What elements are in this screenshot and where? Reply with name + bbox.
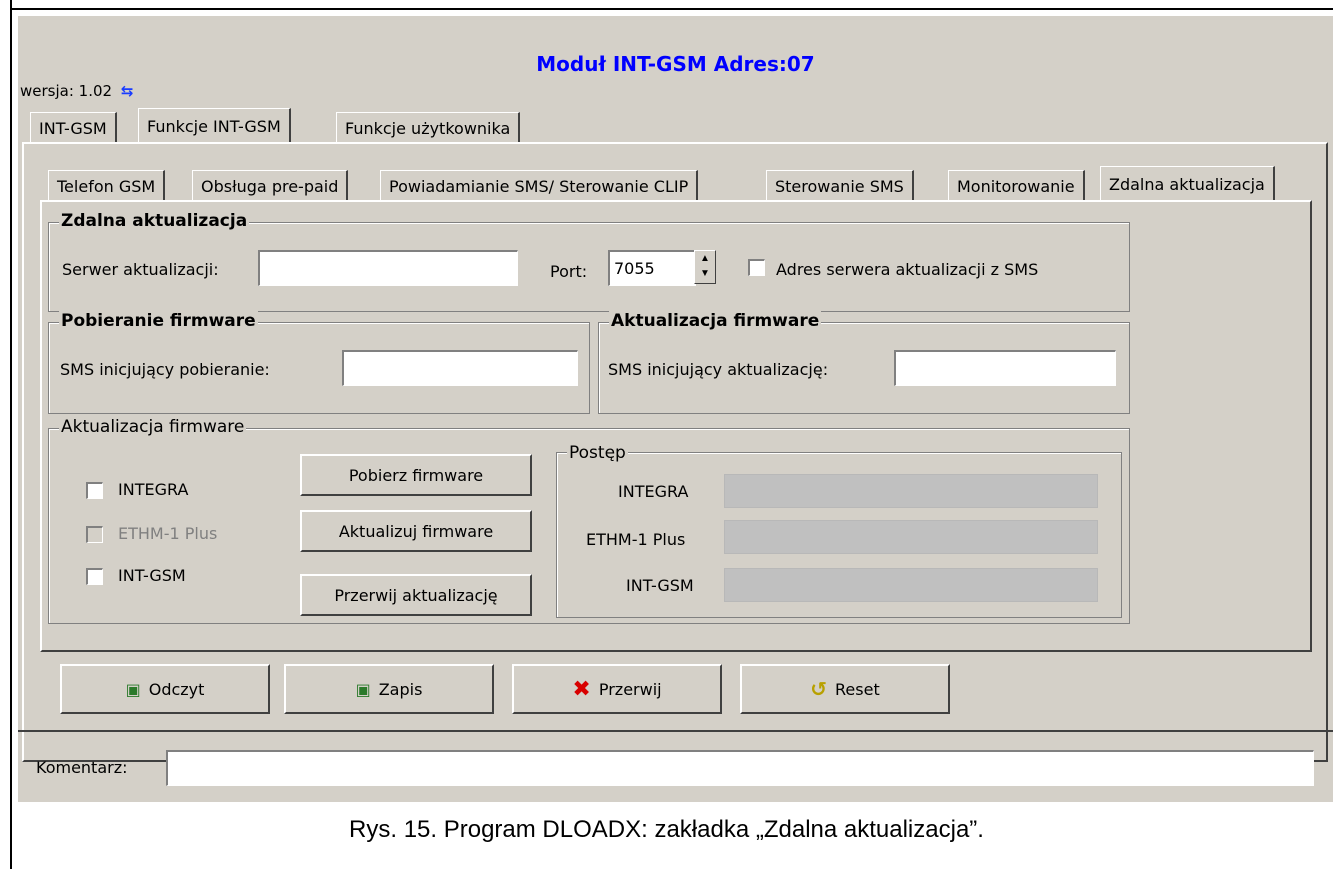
- page-frame-left: [10, 0, 12, 869]
- progress-ethm1-bar: [724, 520, 1098, 554]
- button-label: Reset: [835, 679, 880, 699]
- tab-int-gsm[interactable]: INT-GSM: [30, 112, 117, 144]
- subtab-zdalna-aktualizacja[interactable]: Zdalna aktualizacja: [1100, 166, 1275, 200]
- progress-ethm1-label: ETHM-1 Plus: [586, 530, 686, 549]
- tab-label: Telefon GSM: [57, 177, 156, 196]
- tab-label: Funkcje użytkownika: [345, 119, 511, 138]
- checkbox-int-gsm[interactable]: [86, 568, 103, 585]
- close-icon: ✖: [572, 676, 591, 702]
- port-label: Port:: [550, 262, 588, 281]
- tab-label: Monitorowanie: [957, 177, 1075, 196]
- update-sms-input[interactable]: [894, 350, 1116, 386]
- checkbox-int-gsm-label: INT-GSM: [118, 566, 186, 585]
- server-label: Serwer aktualizacji:: [62, 260, 219, 279]
- comment-input[interactable]: [166, 750, 1314, 786]
- download-sms-input[interactable]: [342, 350, 578, 386]
- download-firmware-button[interactable]: Pobierz firmware: [300, 454, 532, 496]
- spin-down-icon[interactable]: ▼: [695, 266, 715, 281]
- firmware-update-title: Aktualizacja firmware: [59, 417, 247, 437]
- write-icon: ▣: [355, 679, 371, 699]
- progress-int-gsm-bar: [724, 568, 1098, 602]
- button-label: Odczyt: [148, 679, 205, 699]
- button-label: Zapis: [378, 679, 423, 699]
- tab-label: Sterowanie SMS: [775, 177, 904, 196]
- version-text: wersja: 1.02: [20, 82, 113, 100]
- spin-up-icon[interactable]: ▲: [695, 251, 715, 266]
- read-button[interactable]: ▣ Odczyt: [60, 664, 270, 714]
- checkbox-ethm1: [86, 526, 103, 543]
- tab-funkcje-int-gsm[interactable]: Funkcje INT-GSM: [138, 108, 291, 142]
- progress-title: Postęp: [567, 443, 628, 463]
- port-value: 7055: [614, 259, 655, 278]
- tab-label: Funkcje INT-GSM: [147, 117, 281, 136]
- figure-caption: Rys. 15. Program DLOADX: zakładka „Zdaln…: [349, 816, 984, 843]
- write-button[interactable]: ▣ Zapis: [284, 664, 494, 714]
- button-label: Przerwij aktualizację: [334, 585, 498, 605]
- checkbox-integra[interactable]: [86, 482, 103, 499]
- reset-icon: ↺: [810, 677, 828, 701]
- subtab-powiadamianie-sms[interactable]: Powiadamianie SMS/ Sterowanie CLIP: [380, 170, 699, 202]
- page-frame-top: [10, 8, 1333, 10]
- abort-update-button[interactable]: Przerwij aktualizację: [300, 574, 532, 616]
- update-firmware-title: Aktualizacja firmware: [609, 311, 822, 331]
- version-label: wersja: 1.02 ⇆: [20, 82, 133, 100]
- window-title: Moduł INT-GSM Adres:07: [536, 52, 815, 76]
- subtab-obsluga-pre-paid[interactable]: Obsługa pre-paid: [192, 170, 349, 202]
- button-label: Aktualizuj firmware: [338, 521, 494, 541]
- update-firmware-button[interactable]: Aktualizuj firmware: [300, 510, 532, 552]
- tab-label: Zdalna aktualizacja: [1109, 175, 1265, 194]
- app-window: Moduł INT-GSM Adres:07 wersja: 1.02 ⇆ IN…: [18, 16, 1333, 802]
- sms-address-label: Adres serwera aktualizacji z SMS: [776, 260, 1039, 279]
- checkbox-ethm1-label: ETHM-1 Plus: [118, 524, 218, 543]
- update-sms-label: SMS inicjujący aktualizację:: [608, 360, 829, 379]
- reset-button[interactable]: ↺ Reset: [740, 664, 950, 714]
- server-input[interactable]: [258, 250, 518, 286]
- subtab-sterowanie-sms[interactable]: Sterowanie SMS: [766, 170, 914, 202]
- remote-update-title: Zdalna aktualizacja: [59, 211, 250, 231]
- tab-funkcje-uzytkownika[interactable]: Funkcje użytkownika: [336, 112, 521, 144]
- button-label: Przerwij: [598, 679, 662, 699]
- button-label: Pobierz firmware: [348, 465, 484, 485]
- status-divider: [18, 730, 1333, 732]
- port-input[interactable]: 7055: [608, 250, 696, 286]
- port-spinner[interactable]: ▲ ▼: [694, 250, 716, 284]
- download-sms-label: SMS inicjujący pobieranie:: [60, 360, 270, 379]
- sms-address-checkbox[interactable]: [748, 259, 765, 276]
- checkbox-integra-label: INTEGRA: [118, 480, 189, 499]
- download-firmware-title: Pobieranie firmware: [59, 311, 258, 331]
- progress-integra-label: INTEGRA: [618, 482, 689, 501]
- subtab-monitorowanie[interactable]: Monitorowanie: [948, 170, 1085, 202]
- subtab-telefon-gsm[interactable]: Telefon GSM: [48, 170, 166, 202]
- tab-label: INT-GSM: [39, 119, 107, 138]
- tab-label: Obsługa pre-paid: [201, 177, 339, 196]
- tab-label: Powiadamianie SMS/ Sterowanie CLIP: [389, 177, 689, 196]
- progress-int-gsm-label: INT-GSM: [626, 576, 694, 595]
- comment-label: Komentarz:: [36, 758, 128, 777]
- refresh-icon[interactable]: ⇆: [121, 82, 134, 100]
- progress-integra-bar: [724, 474, 1098, 508]
- abort-button[interactable]: ✖ Przerwij: [512, 664, 722, 714]
- read-icon: ▣: [125, 679, 141, 699]
